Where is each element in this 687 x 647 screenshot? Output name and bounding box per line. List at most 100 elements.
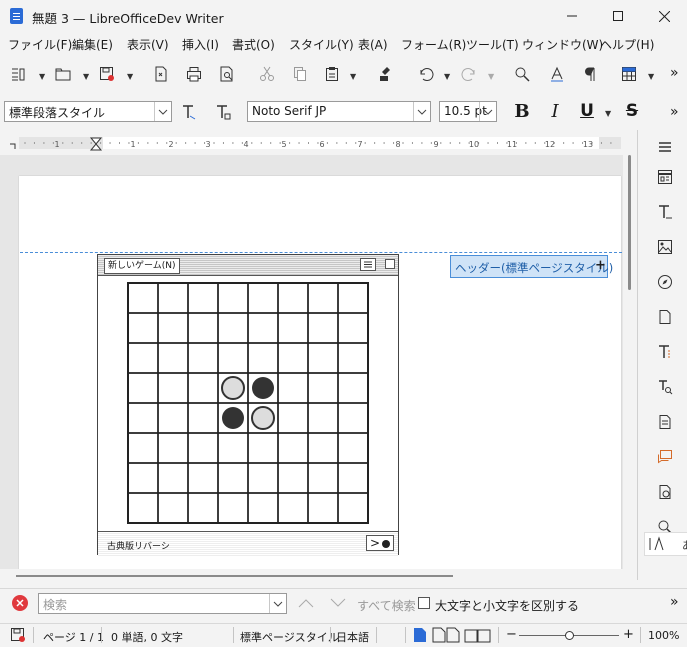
undo-icon[interactable] (417, 65, 435, 83)
board-cell[interactable] (337, 432, 369, 464)
bold-icon[interactable]: B (513, 101, 531, 122)
board-cell[interactable] (127, 282, 159, 314)
page-style[interactable]: 標準ページスタイル (240, 629, 339, 645)
match-case-checkbox[interactable] (418, 597, 430, 609)
toolbar-overflow-icon[interactable]: » (670, 104, 679, 120)
menu-item[interactable]: フォーム(R) (401, 36, 466, 53)
navigator-icon[interactable] (656, 273, 674, 291)
open-dropdown-icon[interactable]: ▼ (83, 72, 89, 81)
menu-item[interactable]: スタイル(Y) (289, 36, 354, 53)
underline-dropdown-icon[interactable]: ▼ (605, 109, 611, 118)
board-cell[interactable] (307, 342, 339, 374)
update-style-icon[interactable] (180, 103, 198, 121)
language[interactable]: 日本語 (336, 629, 369, 645)
header-tag-button[interactable]: ヘッダー(標準ページスタイル) + (450, 255, 613, 278)
font-name-combo[interactable]: Noto Serif JP (247, 101, 431, 122)
board-cell[interactable] (247, 432, 279, 464)
font-size-combo[interactable]: 10.5 pt (439, 101, 497, 122)
word-count[interactable]: 0 単語, 0 文字 (111, 629, 183, 645)
chevron-down-icon[interactable] (269, 594, 286, 613)
board-cell[interactable] (307, 462, 339, 494)
new-document-icon[interactable] (9, 65, 27, 83)
board-cell[interactable] (307, 372, 339, 404)
board-cell[interactable] (157, 282, 189, 314)
board-cell[interactable] (307, 432, 339, 464)
board-cell[interactable] (127, 342, 159, 374)
board-cell[interactable] (217, 342, 249, 374)
board-cell[interactable] (277, 402, 309, 434)
board-cell[interactable] (277, 312, 309, 344)
board-cell[interactable] (277, 432, 309, 464)
board-cell[interactable] (127, 432, 159, 464)
multi-page-view-icon[interactable] (432, 627, 460, 646)
maximize-button[interactable] (595, 0, 641, 32)
menu-item[interactable]: ヘルプ(H) (600, 36, 654, 53)
board-cell[interactable] (187, 432, 219, 464)
board-cell[interactable] (337, 312, 369, 344)
properties-icon[interactable] (656, 168, 674, 186)
paste-icon[interactable] (323, 65, 341, 83)
menu-item[interactable]: 書式(O) (232, 36, 275, 53)
game-menu-button[interactable] (360, 258, 376, 271)
formatting-marks-icon[interactable] (581, 65, 599, 83)
minimize-button[interactable] (549, 0, 595, 32)
board-cell[interactable] (307, 402, 339, 434)
new-dropdown-icon[interactable]: ▼ (39, 72, 45, 81)
book-view-icon[interactable] (463, 627, 493, 646)
horizontal-scrollbar[interactable] (0, 569, 623, 583)
chevron-down-icon[interactable] (479, 102, 496, 121)
styles-icon[interactable] (656, 203, 674, 221)
zoom-slider-thumb[interactable] (565, 631, 574, 640)
paste-dropdown-icon[interactable]: ▼ (350, 72, 356, 81)
clone-formatting-icon[interactable] (377, 65, 395, 83)
board-cell[interactable] (157, 342, 189, 374)
strikethrough-icon[interactable]: S (623, 101, 641, 121)
board-cell[interactable] (127, 402, 159, 434)
page-number[interactable]: ページ 1 / 1 (43, 629, 104, 645)
new-game-button[interactable]: 新しいゲーム(N) (104, 258, 180, 274)
board-cell[interactable] (187, 372, 219, 404)
board-cell[interactable] (157, 432, 189, 464)
zoom-slider[interactable] (519, 631, 619, 640)
board-cell[interactable] (157, 312, 189, 344)
toolbar-overflow-icon[interactable]: » (670, 65, 679, 81)
redo-dropdown-icon[interactable]: ▼ (488, 72, 494, 81)
board-cell[interactable] (127, 462, 159, 494)
board-cell[interactable] (277, 462, 309, 494)
board-cell[interactable] (217, 432, 249, 464)
spelling-icon[interactable] (548, 65, 566, 83)
game-close-box[interactable] (385, 259, 395, 269)
board-cell[interactable] (277, 282, 309, 314)
chevron-down-icon[interactable] (413, 102, 430, 121)
board-cell[interactable] (247, 342, 279, 374)
menu-item[interactable]: 挿入(I) (182, 36, 219, 53)
board-cell[interactable] (247, 492, 279, 524)
zoom-level[interactable]: 100% (648, 629, 679, 642)
vertical-scroll-thumb[interactable] (628, 155, 631, 290)
style-inspector-icon[interactable] (656, 343, 674, 361)
board-cell[interactable] (187, 342, 219, 374)
table-dropdown-icon[interactable]: ▼ (648, 72, 654, 81)
menu-item[interactable]: 表(A) (358, 36, 388, 53)
board-cell[interactable] (127, 492, 159, 524)
board-cell[interactable] (157, 402, 189, 434)
find-search-combo[interactable]: 検索 (38, 593, 287, 614)
comments-icon[interactable] (656, 448, 674, 466)
board-cell[interactable] (307, 492, 339, 524)
find-replace-icon[interactable] (513, 65, 531, 83)
vertical-scrollbar[interactable] (623, 155, 635, 569)
board-cell[interactable] (247, 462, 279, 494)
zoom-out-button[interactable]: − (506, 627, 517, 642)
sidebar-menu-icon[interactable] (656, 138, 674, 156)
horizontal-ruler[interactable]: 1 1 2 3 4 5 6 7 8 9 10 11 12 13 (0, 130, 625, 154)
reversi-board[interactable] (127, 282, 369, 524)
find-next-button[interactable] (329, 597, 347, 612)
board-cell[interactable] (127, 372, 159, 404)
board-cell[interactable] (187, 282, 219, 314)
gallery-icon[interactable] (656, 238, 674, 256)
input-method-indicator[interactable]: あ (644, 532, 687, 556)
save-dropdown-icon[interactable]: ▼ (127, 72, 133, 81)
chevron-down-icon[interactable] (154, 102, 171, 121)
board-cell[interactable] (127, 312, 159, 344)
menu-item[interactable]: 表示(V) (127, 36, 169, 53)
